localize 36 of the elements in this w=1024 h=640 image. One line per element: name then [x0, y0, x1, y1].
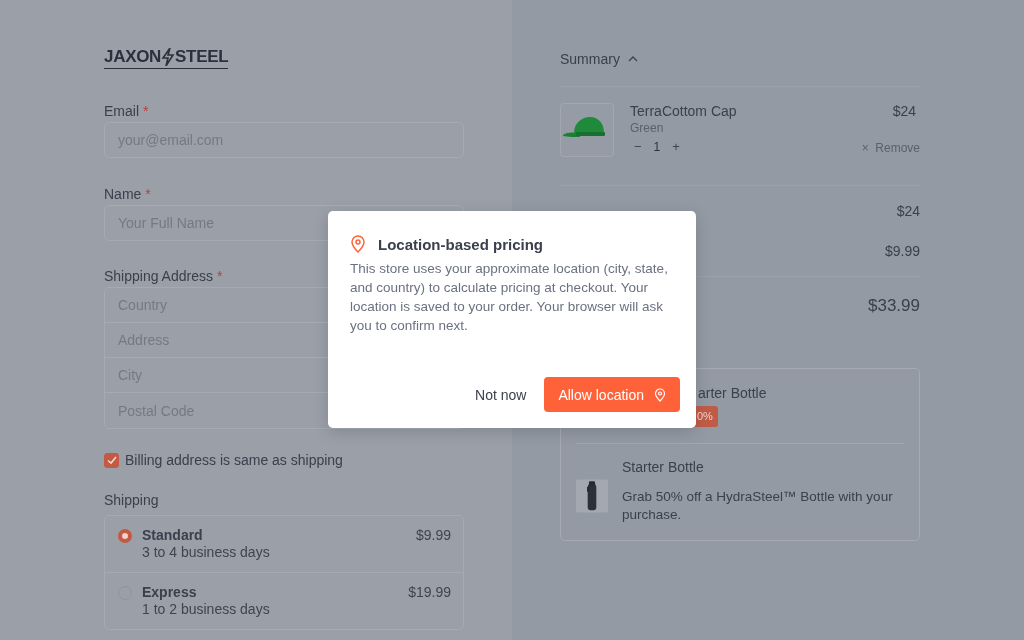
summary-title[interactable]: Summary [560, 51, 620, 67]
chevron-icon[interactable] [627, 56, 638, 62]
allow-location-button[interactable]: Allow location [544, 377, 680, 412]
required-mark: * [145, 185, 151, 203]
upsell-title: arter Bottle [698, 385, 767, 402]
field-label: Name [104, 185, 142, 203]
upsell-description: Grab 50% off a HydraSteel™ Bottle with your purchase. [622, 488, 894, 524]
option-name: Express [142, 584, 198, 601]
required-mark: * [216, 267, 223, 285]
option-price: $9.99 [415, 527, 451, 543]
option-detail: 3 to 4 business days [142, 544, 271, 561]
required-mark: * [143, 102, 149, 120]
quantity: 1 [653, 139, 661, 154]
section-label: Shipping [104, 491, 159, 509]
field-label: Email [104, 102, 139, 120]
not-now-button[interactable]: Not now [471, 386, 531, 403]
checkbox-label: Billing address is same as shipping [125, 452, 343, 468]
product-name: TerraCottom Cap [630, 103, 738, 119]
field-label: Shipping Address [104, 267, 213, 285]
remove-button[interactable]: × Remove [861, 141, 920, 155]
option-name: Standard [142, 527, 204, 544]
product-price: $24 [892, 103, 917, 119]
increment-button[interactable]: + [668, 139, 684, 154]
upsell-title: Starter Bottle [622, 458, 705, 476]
total-value: $24 [896, 203, 920, 219]
option-detail: 1 to 2 business days [142, 601, 271, 618]
brand-logo: JAXON STEEL [104, 46, 229, 69]
decrement-button[interactable]: − [630, 139, 646, 154]
location-pin-icon [654, 387, 666, 402]
radio-button[interactable] [118, 529, 132, 543]
product-variant: Green [630, 120, 665, 137]
total-value: $9.99 [884, 243, 920, 259]
checkbox[interactable] [104, 452, 119, 468]
location-pin-icon [350, 235, 366, 253]
option-price: $19.99 [408, 584, 451, 600]
total-value: $33.99 [868, 295, 920, 317]
